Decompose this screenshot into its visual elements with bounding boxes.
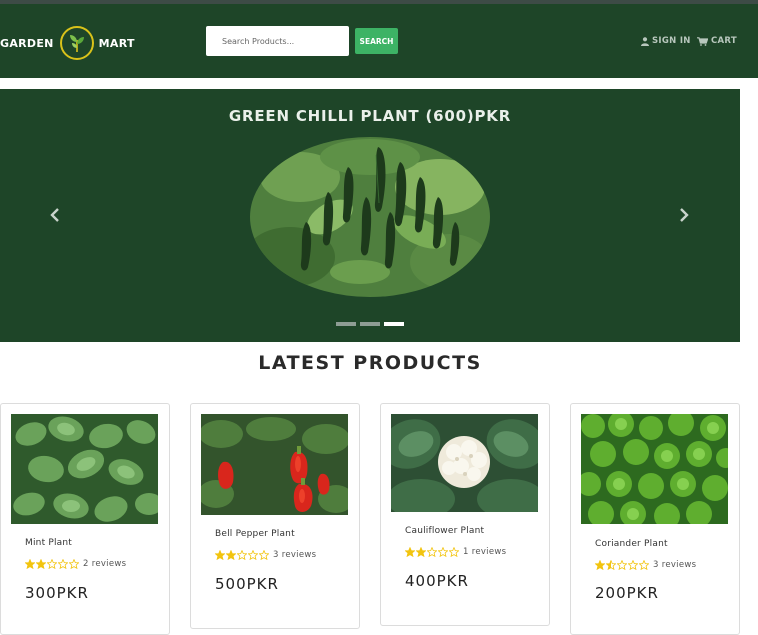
star-icon xyxy=(259,550,269,560)
product-card-bell-pepper[interactable]: Bell Pepper Plant 3 reviews 500PKR xyxy=(190,403,360,629)
star-icon xyxy=(405,547,415,557)
star-icon xyxy=(628,560,638,570)
navbar: GARDEN MART SEARCH SIGN IN CART xyxy=(0,4,758,78)
star-icon xyxy=(449,547,459,557)
carousel-prev-button[interactable] xyxy=(48,205,62,225)
product-price: 300PKR xyxy=(25,584,89,602)
product-rating: 1 reviews xyxy=(405,547,506,557)
product-rating: 3 reviews xyxy=(215,550,316,560)
carousel-next-button[interactable] xyxy=(677,205,691,225)
product-price: 500PKR xyxy=(215,575,279,593)
carousel-title: GREEN CHILLI PLANT (600)PKR xyxy=(228,107,512,125)
product-name[interactable]: Cauliflower Plant xyxy=(405,526,484,536)
chilli-plant-image[interactable] xyxy=(250,137,490,297)
star-icon xyxy=(248,550,258,560)
brand-left-text: GARDEN xyxy=(0,36,54,50)
sign-in-label: SIGN IN xyxy=(652,36,691,46)
product-price: 200PKR xyxy=(595,584,659,602)
brand-logo[interactable]: GARDEN MART xyxy=(0,26,135,60)
cart-link[interactable]: CART xyxy=(697,34,737,48)
star-icon xyxy=(215,550,225,560)
product-card-coriander[interactable]: Coriander Plant 3 reviews 200PKR xyxy=(570,403,740,635)
product-carousel: GREEN CHILLI PLANT (600)PKR xyxy=(0,89,740,342)
cart-icon xyxy=(697,36,708,46)
cart-label: CART xyxy=(711,36,737,46)
star-icon xyxy=(595,560,605,570)
product-rating: 2 reviews xyxy=(25,559,126,569)
carousel-indicator-2[interactable] xyxy=(360,322,380,326)
star-icon xyxy=(606,560,616,570)
review-count: 2 reviews xyxy=(83,559,127,569)
star-icons xyxy=(215,550,270,560)
star-icon xyxy=(427,547,437,557)
chevron-left-icon xyxy=(50,208,59,222)
chevron-right-icon xyxy=(680,208,689,222)
star-icons xyxy=(595,560,650,570)
user-icon xyxy=(641,36,649,46)
review-count: 1 reviews xyxy=(463,547,507,557)
star-icons xyxy=(405,547,460,557)
section-title: LATEST PRODUCTS xyxy=(258,352,482,374)
product-name[interactable]: Bell Pepper Plant xyxy=(215,529,295,539)
carousel-indicator-3[interactable] xyxy=(384,322,404,326)
star-icon xyxy=(237,550,247,560)
star-icon xyxy=(617,560,627,570)
product-price: 400PKR xyxy=(405,572,469,590)
carousel-indicator-1[interactable] xyxy=(336,322,356,326)
star-icon xyxy=(25,559,35,569)
star-icon xyxy=(58,559,68,569)
product-card-cauliflower[interactable]: Cauliflower Plant 1 reviews 400PKR xyxy=(380,403,550,626)
star-icon xyxy=(36,559,46,569)
product-card-mint[interactable]: Mint Plant 2 reviews 300PKR xyxy=(0,403,170,635)
mint-plant-image[interactable] xyxy=(11,414,158,524)
coriander-plant-image[interactable] xyxy=(581,414,728,524)
star-icon xyxy=(47,559,57,569)
sign-in-link[interactable]: SIGN IN xyxy=(641,34,691,48)
star-icon xyxy=(416,547,426,557)
star-icon xyxy=(639,560,649,570)
cauliflower-plant-image[interactable] xyxy=(391,414,538,512)
product-name[interactable]: Coriander Plant xyxy=(595,539,668,549)
star-icon xyxy=(226,550,236,560)
bell-pepper-plant-image[interactable] xyxy=(201,414,348,515)
search-input[interactable] xyxy=(206,26,349,56)
star-icons xyxy=(25,559,80,569)
star-icon xyxy=(69,559,79,569)
search-button[interactable]: SEARCH xyxy=(355,28,398,54)
brand-right-text: MART xyxy=(98,36,135,50)
product-name[interactable]: Mint Plant xyxy=(25,538,72,548)
review-count: 3 reviews xyxy=(273,550,317,560)
leaf-logo-icon xyxy=(59,26,94,60)
product-rating: 3 reviews xyxy=(595,560,696,570)
star-icon xyxy=(438,547,448,557)
review-count: 3 reviews xyxy=(653,560,697,570)
